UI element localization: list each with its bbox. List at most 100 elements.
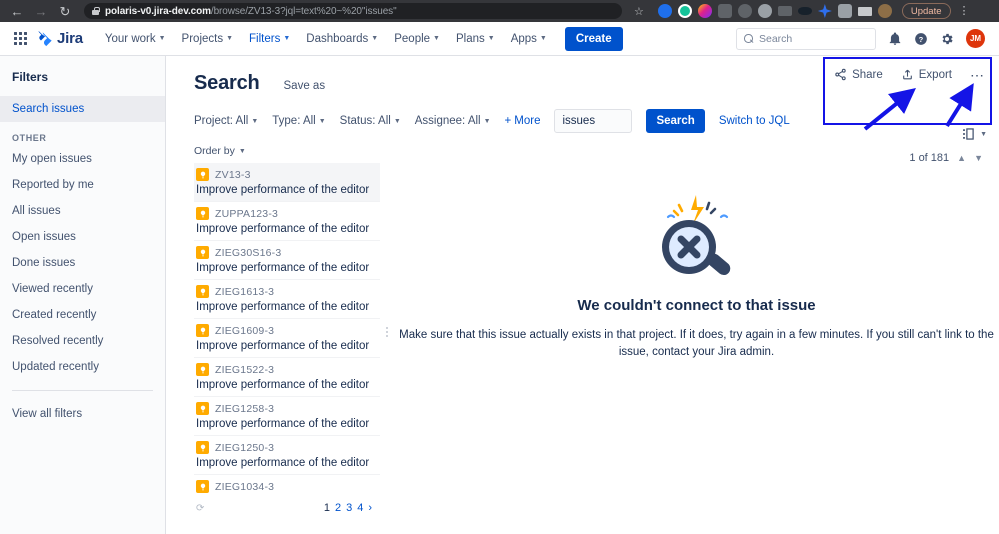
more-filters-button[interactable]: + More bbox=[505, 115, 541, 127]
reload-icon[interactable]: ↻ bbox=[54, 1, 76, 21]
view-layout-toggle[interactable]: ▼ bbox=[963, 128, 987, 140]
issue-list-item[interactable]: ZIEG1613-3 Improve performance of the ed… bbox=[194, 280, 380, 319]
bell-icon[interactable] bbox=[888, 31, 902, 46]
chevron-down-icon: ▼ bbox=[980, 130, 987, 138]
switch-to-jql-link[interactable]: Switch to JQL bbox=[719, 115, 790, 127]
chevron-down-icon: ▼ bbox=[487, 35, 495, 42]
extension-saucer-icon[interactable] bbox=[797, 7, 812, 15]
issue-key: ZIEG1609-3 bbox=[215, 324, 275, 337]
page-3[interactable]: 3 bbox=[346, 502, 352, 514]
global-search-input[interactable]: Search bbox=[736, 27, 876, 50]
extension-puzzle-icon[interactable] bbox=[837, 4, 852, 18]
nav-item-plans[interactable]: Plans ▼ bbox=[448, 25, 503, 53]
search-submit-button[interactable]: Search bbox=[646, 109, 705, 133]
order-by-button[interactable]: Order by ▼ bbox=[194, 145, 380, 163]
extension-pocket-icon[interactable] bbox=[657, 4, 672, 18]
filter-type[interactable]: Type: All ▼ bbox=[272, 115, 325, 127]
sidebar-item-created-recently[interactable]: Created recently bbox=[0, 302, 165, 328]
extension-playlist-icon[interactable] bbox=[857, 6, 872, 16]
save-as-button[interactable]: Save as bbox=[284, 80, 326, 92]
issue-list-item[interactable]: ZUPPA123-3 Improve performance of the ed… bbox=[194, 202, 380, 241]
sidebar-item-my-open-issues[interactable]: My open issues bbox=[0, 146, 165, 172]
app-switcher-grid-icon[interactable] bbox=[14, 32, 27, 45]
idea-lightbulb-icon bbox=[196, 324, 209, 337]
page-title: Search bbox=[194, 72, 260, 94]
sidebar-item-done-issues[interactable]: Done issues bbox=[0, 250, 165, 276]
sidebar: Filters Search issues OTHER My open issu… bbox=[0, 56, 166, 534]
nav-item-filters[interactable]: Filters ▼ bbox=[241, 25, 298, 53]
nav-item-label: Apps bbox=[510, 32, 537, 45]
nav-item-projects[interactable]: Projects ▼ bbox=[174, 25, 241, 53]
filter-project[interactable]: Project: All ▼ bbox=[194, 115, 258, 127]
panel-resize-handle[interactable] bbox=[380, 145, 394, 519]
sidebar-item-viewed-recently[interactable]: Viewed recently bbox=[0, 276, 165, 302]
issue-list-item[interactable]: ZIEG1250-3 Improve performance of the ed… bbox=[194, 436, 380, 475]
issue-key: ZUPPA123-3 bbox=[215, 207, 279, 220]
nav-item-your-work[interactable]: Your work ▼ bbox=[97, 25, 174, 53]
nav-item-people[interactable]: People ▼ bbox=[386, 25, 448, 53]
extension-colorful-icon[interactable] bbox=[697, 4, 712, 18]
sidebar-item-search-issues[interactable]: Search issues bbox=[0, 96, 165, 122]
chevron-down-icon[interactable]: ▼ bbox=[974, 153, 983, 163]
browser-menu-icon[interactable]: ⋮ bbox=[959, 6, 970, 16]
avatar[interactable]: JM bbox=[966, 29, 985, 48]
filter-status[interactable]: Status: All ▼ bbox=[340, 115, 401, 127]
issue-key: ZIEG1034-3 bbox=[215, 480, 275, 493]
extension-camera-icon[interactable] bbox=[717, 4, 732, 18]
issue-list-item[interactable]: ZV13-3 Improve performance of the editor bbox=[194, 163, 380, 202]
issue-summary: Improve performance of the editor bbox=[196, 379, 370, 391]
next-page-button[interactable]: › bbox=[368, 502, 372, 514]
issue-list-item[interactable]: ZIEG1034-3 bbox=[194, 475, 380, 497]
filter-assignee[interactable]: Assignee: All ▼ bbox=[415, 115, 491, 127]
help-circle-icon[interactable]: ? bbox=[914, 32, 928, 46]
chevron-down-icon: ▼ bbox=[393, 117, 401, 125]
issue-list-item[interactable]: ZIEG1609-3 Improve performance of the ed… bbox=[194, 319, 380, 358]
detail-view-layout-icon bbox=[963, 128, 974, 140]
sidebar-item-resolved-recently[interactable]: Resolved recently bbox=[0, 328, 165, 354]
sidebar-item-all-issues[interactable]: All issues bbox=[0, 198, 165, 224]
extension-sparkle-icon[interactable] bbox=[817, 4, 832, 18]
issue-detail-panel: We couldn't connect to that issue Make s… bbox=[394, 145, 999, 519]
update-button[interactable]: Update bbox=[901, 3, 951, 19]
refresh-spinner-icon[interactable]: ⟳ bbox=[196, 503, 204, 514]
create-button[interactable]: Create bbox=[564, 26, 623, 51]
issue-summary: Improve performance of the editor bbox=[196, 184, 370, 196]
sidebar-item-open-issues[interactable]: Open issues bbox=[0, 224, 165, 250]
issue-summary: Improve performance of the editor bbox=[196, 301, 370, 313]
export-button[interactable]: Export bbox=[901, 68, 952, 81]
sidebar-item-updated-recently[interactable]: Updated recently bbox=[0, 354, 165, 380]
more-horizontal-icon[interactable]: ⋯ bbox=[970, 68, 985, 82]
chevron-down-icon: ▼ bbox=[226, 35, 234, 42]
jira-logo[interactable]: Jira bbox=[37, 30, 83, 47]
issue-list-item[interactable]: ZIEG30S16-3 Improve performance of the e… bbox=[194, 241, 380, 280]
sidebar-view-all-filters[interactable]: View all filters bbox=[0, 401, 165, 427]
issue-key: ZIEG1250-3 bbox=[215, 441, 275, 454]
back-icon[interactable]: ← bbox=[6, 1, 28, 21]
issue-summary: Improve performance of the editor bbox=[196, 262, 370, 274]
idea-lightbulb-icon bbox=[196, 168, 209, 181]
extension-check-icon[interactable] bbox=[737, 4, 752, 18]
extension-grammarly-icon[interactable] bbox=[677, 4, 692, 18]
bookmark-star-icon[interactable]: ☆ bbox=[634, 5, 644, 18]
forward-icon[interactable]: → bbox=[30, 1, 52, 21]
share-icon bbox=[835, 68, 846, 81]
url-host: polaris-v0.jira-dev.com bbox=[105, 5, 211, 17]
page-4[interactable]: 4 bbox=[357, 502, 363, 514]
sidebar-item-reported-by-me[interactable]: Reported by me bbox=[0, 172, 165, 198]
extension-profile-avatar[interactable] bbox=[877, 4, 892, 18]
extension-battery-icon[interactable] bbox=[777, 6, 792, 16]
page-2[interactable]: 2 bbox=[335, 502, 341, 514]
sidebar-group-label: OTHER bbox=[12, 133, 47, 143]
gear-icon[interactable] bbox=[940, 32, 954, 46]
nav-item-dashboards[interactable]: Dashboards ▼ bbox=[298, 25, 386, 53]
search-text-input[interactable]: issues bbox=[554, 109, 633, 133]
address-bar[interactable]: polaris-v0.jira-dev.com/browse/ZV13-3?jq… bbox=[84, 3, 622, 19]
chevron-up-icon[interactable]: ▲ bbox=[957, 153, 966, 163]
nav-item-apps[interactable]: Apps ▼ bbox=[503, 25, 555, 53]
idea-lightbulb-icon bbox=[196, 285, 209, 298]
issue-list-item[interactable]: ZIEG1522-3 Improve performance of the ed… bbox=[194, 358, 380, 397]
issue-list-item[interactable]: ZIEG1258-3 Improve performance of the ed… bbox=[194, 397, 380, 436]
page-1[interactable]: 1 bbox=[324, 502, 330, 514]
extension-gray-circle-icon[interactable] bbox=[757, 4, 772, 18]
share-button[interactable]: Share bbox=[834, 68, 883, 81]
